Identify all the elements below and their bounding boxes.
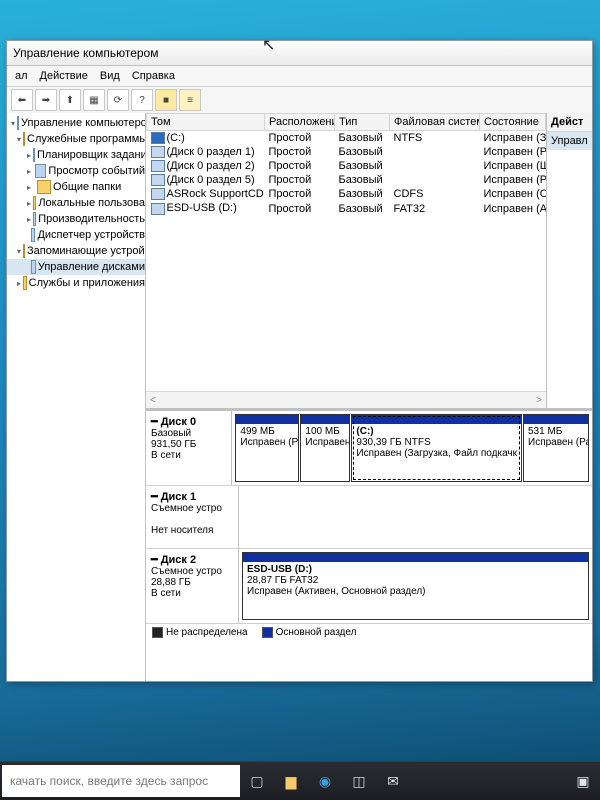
toolbar-list-icon[interactable]: ≡ [179,89,201,111]
event-icon [35,164,46,178]
volume-row[interactable]: (C:)ПростойБазовыйNTFSИсправен (Загрузка… [147,131,546,146]
legend: Не распределена Основной раздел [146,624,592,641]
tree-storage[interactable]: ▾Запоминающие устройст [7,243,145,259]
menu-action[interactable]: Действие [36,70,92,82]
toolbar-help-icon[interactable]: ? [131,89,153,111]
disk-0-row[interactable]: ━ Диск 0 Базовый 931,50 ГБ В сети 499 МБ… [146,411,592,486]
tree-root[interactable]: ▾Управление компьютером (л [7,115,145,131]
disk-icon [31,260,36,274]
tree-services[interactable]: ▸Службы и приложения [7,275,145,291]
toolbar-up-icon[interactable]: ⬆ [59,89,81,111]
volume-row[interactable]: (Диск 0 раздел 1)ПростойБазовыйИсправен … [147,145,546,159]
volume-icon [151,160,165,172]
folder-icon [37,180,51,194]
users-icon [33,196,36,210]
mail-icon[interactable]: ✉ [376,764,410,798]
volume-list[interactable]: Том Расположение Тип Файловая система Со… [146,113,546,408]
toolbar-props-icon[interactable]: ■ [155,89,177,111]
computer-management-window: Управление компьютером ал Действие Вид С… [6,40,593,682]
volume-row[interactable]: ASRock SupportCD (F:)ПростойБазовыйCDFSИ… [147,187,546,201]
col-fs[interactable]: Файловая система [390,114,480,131]
toolbar-show-icon[interactable]: ▦ [83,89,105,111]
volume-icon [151,188,165,200]
volume-icon [151,146,165,158]
tree-disk-management[interactable]: Управление дисками [7,259,145,275]
explorer-icon[interactable]: ▆ [274,764,308,798]
disk0-partition-2[interactable]: 100 МБИсправен [300,414,350,482]
menu-view[interactable]: Вид [96,70,124,82]
disk2-partition-esd[interactable]: ESD-USB (D:)28,87 ГБ FAT32Исправен (Акти… [242,552,589,620]
perf-icon [33,212,36,226]
titlebar[interactable]: Управление компьютером [7,41,592,66]
scheduler-icon [33,148,35,162]
computer-icon [17,116,19,130]
storage-icon [23,244,25,258]
disk-1-row[interactable]: ━ Диск 1 Съемное устро Нет носителя [146,486,592,549]
disk0-partition-c[interactable]: (C:)930,39 ГБ NTFSИсправен (Загрузка, Фа… [351,414,522,482]
tree-local-users[interactable]: ▸Локальные пользова [7,195,145,211]
menu-file[interactable]: ал [11,70,32,82]
volume-icon [151,203,165,215]
tree-shared-folders[interactable]: ▸Общие папки [7,179,145,195]
disk-1-header: ━ Диск 1 Съемное устро Нет носителя [146,486,239,548]
store-icon[interactable]: ◫ [342,764,376,798]
menubar: ал Действие Вид Справка [7,66,592,87]
folder-icon [23,132,25,146]
disk-2-row[interactable]: ━ Диск 2 Съемное устро 28,88 ГБ В сети E… [146,549,592,624]
volume-row[interactable]: (Диск 0 раздел 5)ПростойБазовыйИсправен … [147,173,546,187]
taskbar-search-input[interactable]: качать поиск, введите здесь запрос [2,765,240,797]
device-icon [31,228,36,242]
actions-item[interactable]: Управл [547,132,592,150]
disk0-partition-4[interactable]: 531 МБИсправен (Раз, [523,414,589,482]
horizontal-scrollbar[interactable]: <> [146,391,546,408]
tray-icon[interactable]: ▣ [566,764,600,798]
volume-icon [151,174,165,186]
tree-event-viewer[interactable]: ▸Просмотр событий [7,163,145,179]
toolbar: ⬅ ➡ ⬆ ▦ ⟳ ? ■ ≡ [7,87,592,114]
window-title: Управление компьютером [13,46,158,60]
disk-0-header: ━ Диск 0 Базовый 931,50 ГБ В сети [146,411,232,485]
task-view-icon[interactable]: ▢ [240,764,274,798]
edge-icon[interactable]: ◉ [308,764,342,798]
col-layout[interactable]: Расположение [265,114,335,131]
volume-row[interactable]: ESD-USB (D:)ПростойБазовыйFAT32Исправен … [147,201,546,215]
services-icon [23,276,27,290]
col-status[interactable]: Состояние [480,114,546,131]
menu-help[interactable]: Справка [128,70,179,82]
col-volume[interactable]: Том [147,114,265,131]
disk-2-header: ━ Диск 2 Съемное устро 28,88 ГБ В сети [146,549,239,623]
disk-layout-panel: ━ Диск 0 Базовый 931,50 ГБ В сети 499 МБ… [146,408,592,681]
tree-task-scheduler[interactable]: ▸Планировщик задани [7,147,145,163]
taskbar[interactable]: качать поиск, введите здесь запрос ▢ ▆ ◉… [0,761,600,800]
actions-header: Дейст [547,113,592,132]
toolbar-forward-icon[interactable]: ➡ [35,89,57,111]
tree-performance[interactable]: ▸Производительность [7,211,145,227]
col-type[interactable]: Тип [335,114,390,131]
actions-pane: Дейст Управл [546,113,592,408]
toolbar-refresh-icon[interactable]: ⟳ [107,89,129,111]
tree-system-tools[interactable]: ▾Служебные программы [7,131,145,147]
disk0-partition-1[interactable]: 499 МБИсправен (Раз [235,414,299,482]
volume-icon [151,132,165,144]
tree-device-manager[interactable]: Диспетчер устройств [7,227,145,243]
toolbar-back-icon[interactable]: ⬅ [11,89,33,111]
volume-row[interactable]: (Диск 0 раздел 2)ПростойБазовыйИсправен … [147,159,546,173]
nav-tree: ▾Управление компьютером (л ▾Служебные пр… [7,113,146,681]
